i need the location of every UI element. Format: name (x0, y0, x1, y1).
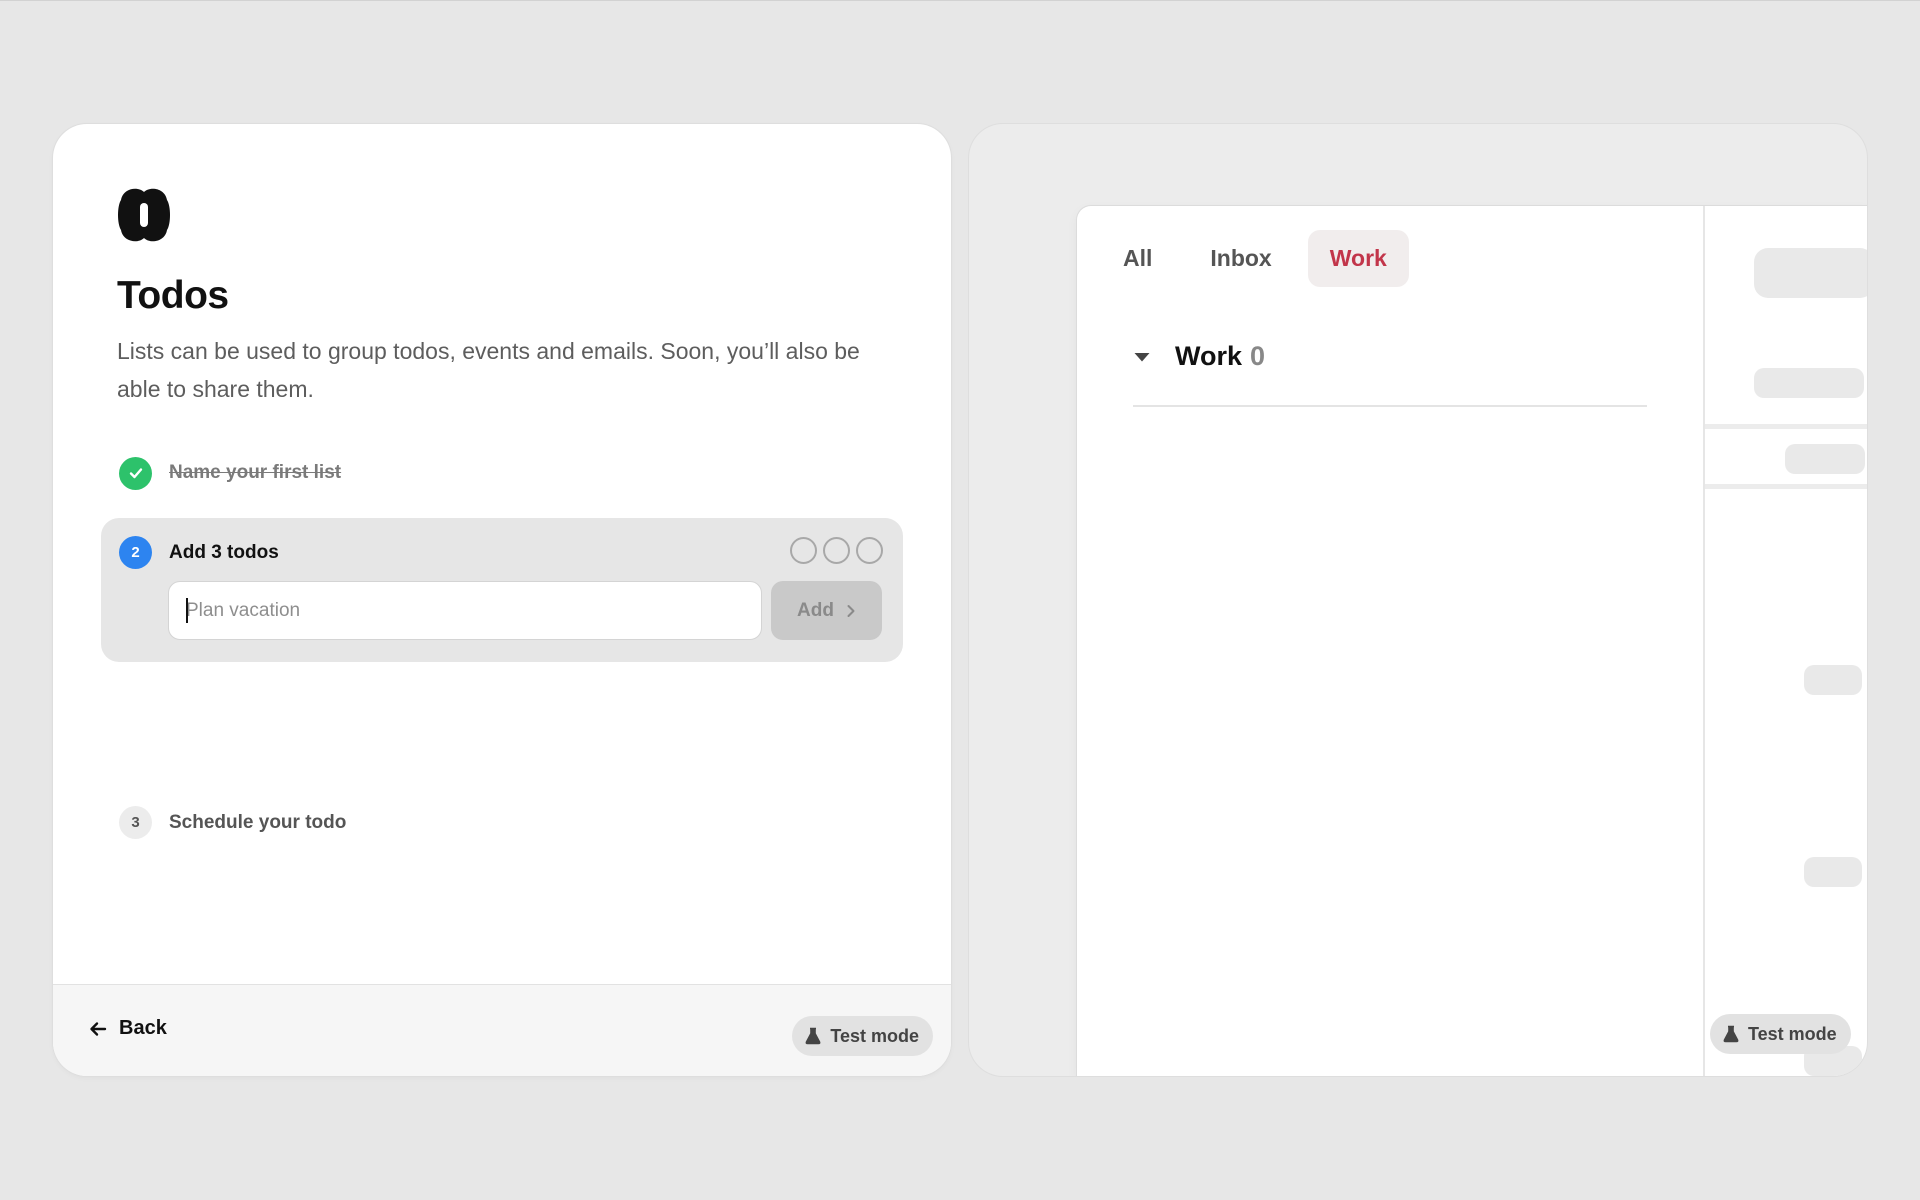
check-icon (119, 456, 152, 490)
onboarding-card: Todos Lists can be used to group todos, … (53, 124, 951, 1076)
todo-progress-indicator (790, 537, 883, 564)
arrow-left-icon (90, 1021, 107, 1036)
placeholder-block (1785, 444, 1865, 474)
list-name: Work (1175, 341, 1243, 371)
step-label: Schedule your todo (169, 811, 347, 833)
window-top-border (0, 0, 1920, 1)
test-mode-label: Test mode (830, 1025, 919, 1046)
add-todo-button[interactable]: Add (771, 581, 882, 640)
step-number-badge: 2 (119, 536, 152, 569)
app-preview-window: All Inbox Work Work 0 (1077, 206, 1867, 1076)
test-mode-badge[interactable]: Test mode (1710, 1014, 1851, 1054)
list-count: 0 (1250, 341, 1266, 371)
step-schedule-todo: 3 Schedule your todo (119, 806, 346, 839)
progress-circle-icon (823, 537, 850, 564)
tab-all[interactable]: All (1101, 230, 1174, 287)
step-number-badge: 3 (119, 806, 152, 839)
placeholder-block (1804, 665, 1862, 695)
step-label: Add 3 todos (169, 541, 279, 563)
step-add-todos: 2 Add 3 todos Add (101, 518, 903, 662)
progress-circle-icon (790, 537, 817, 564)
test-mode-badge[interactable]: Test mode (792, 1016, 933, 1056)
tab-work[interactable]: Work (1307, 230, 1409, 287)
app-logo-icon (118, 188, 170, 242)
step-label: Name your first list (169, 462, 342, 483)
todo-input[interactable] (168, 581, 762, 640)
page-title: Todos (117, 274, 229, 317)
step-name-first-list: Name your first list (119, 456, 341, 490)
text-caret (186, 598, 188, 623)
list-header[interactable]: Work 0 (1133, 341, 1265, 372)
add-button-label: Add (797, 599, 834, 621)
placeholder-block (1754, 368, 1864, 398)
back-button[interactable]: Back (89, 1017, 167, 1040)
flask-icon (805, 1027, 821, 1045)
list-divider (1133, 405, 1647, 407)
chevron-right-icon (847, 604, 855, 617)
app-preview-card: All Inbox Work Work 0 (969, 124, 1867, 1076)
placeholder-block (1754, 248, 1867, 298)
panel-divider (1703, 206, 1705, 1076)
list-tabs: All Inbox Work (1101, 230, 1409, 287)
onboarding-footer: Back Test mode (53, 984, 951, 1076)
sidebar-divider (1705, 424, 1867, 429)
back-button-label: Back (119, 1017, 167, 1039)
flask-icon (1723, 1025, 1739, 1043)
page-description: Lists can be used to group todos, events… (117, 338, 860, 402)
progress-circle-icon (856, 537, 883, 564)
caret-down-icon[interactable] (1133, 351, 1151, 363)
tab-inbox[interactable]: Inbox (1188, 230, 1293, 287)
sidebar-divider (1705, 484, 1867, 489)
test-mode-label: Test mode (1748, 1023, 1837, 1044)
placeholder-block (1804, 857, 1862, 887)
